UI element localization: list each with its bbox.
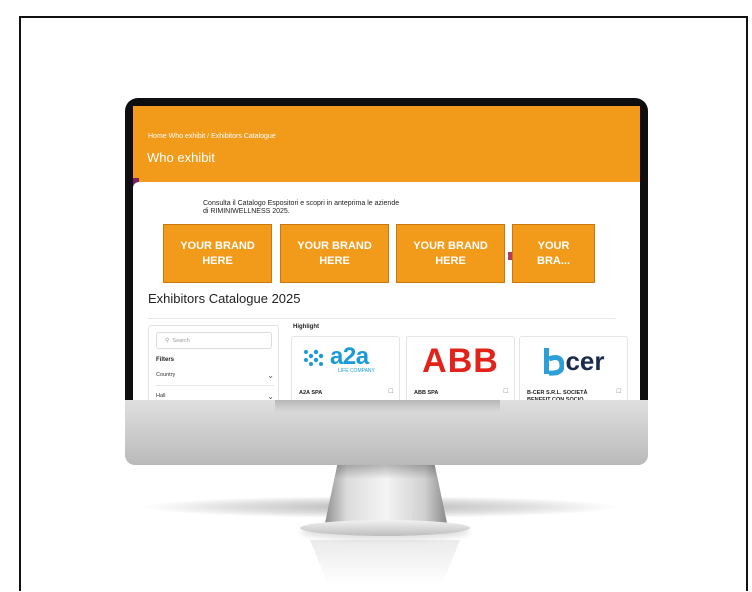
monitor-screen: Home Who exhibit / Exhibitors Catalogue … (133, 106, 640, 400)
monitor-stand-shade (334, 465, 438, 479)
brand-banner-line1: YOUR BRAND (297, 239, 372, 252)
intro-line-2: di RIMINIWELLNESS 2025. (203, 208, 290, 215)
breadcrumb-exhibitors-catalogue: Exhibitors Catalogue (211, 133, 276, 140)
search-icon: ⚲ (165, 338, 170, 344)
exhibitor-card[interactable]: ABB ABB SPA □ (406, 336, 515, 400)
search-input[interactable]: ⚲ Search (156, 332, 272, 349)
brand-banner-line2: HERE (435, 254, 466, 267)
monitor-chin-shadow (275, 400, 500, 412)
intro-text: Consulta il Catalogo Espositori e scopri… (203, 200, 493, 216)
chevron-down-icon: ⌄ (267, 371, 274, 380)
intro-line-1: Consulta il Catalogo Espositori e scopri… (203, 200, 400, 207)
exhibitor-name: B-CER S.R.L. SOCIETÀ BENEFIT CON SOCIO (527, 390, 588, 400)
breadcrumb: Home Who exhibit / Exhibitors Catalogue (148, 133, 276, 140)
bcer-logo-text: cer (565, 345, 605, 376)
exhibitor-logo-abb: ABB (407, 337, 514, 385)
brand-banner-line2: BRA... (537, 254, 570, 267)
exhibitor-name: ABB SPA (414, 390, 439, 396)
exhibitor-card[interactable]: cer B-CER S.R.L. SOCIETÀ BENEFIT CON SOC… (519, 336, 628, 400)
brand-banner[interactable]: YOUR BRAND HERE (280, 224, 389, 283)
catalogue-title: Exhibitors Catalogue 2025 (148, 291, 301, 306)
exhibitor-card[interactable]: a2a LIFE COMPANY A2A SPA □ (291, 336, 400, 400)
filter-country[interactable]: Country ⌄ (156, 371, 274, 380)
a2a-logo-text: a2a (330, 343, 369, 370)
section-divider (148, 318, 615, 319)
abb-logo-text: ABB (422, 341, 499, 380)
filter-country-label: Country (156, 372, 176, 378)
carousel-marker (508, 252, 512, 260)
brand-banner[interactable]: YOUR BRA... (512, 224, 595, 283)
bookmark-icon[interactable]: □ (504, 388, 508, 395)
search-placeholder: Search (172, 337, 190, 344)
highlight-label: Highlight (293, 324, 319, 330)
bookmark-icon[interactable]: □ (617, 388, 621, 395)
monitor-stand-foot (300, 520, 470, 536)
breadcrumb-who-exhibit[interactable]: Who exhibit (169, 133, 206, 140)
brand-banner-line1: YOUR BRAND (413, 239, 488, 252)
monitor-reflection (310, 540, 460, 585)
brand-banner[interactable]: YOUR BRAND HERE (396, 224, 505, 283)
breadcrumb-home[interactable]: Home (148, 133, 167, 140)
exhibitor-logo-bcer: cer (520, 337, 627, 385)
page-title: Who exhibit (147, 150, 215, 165)
bookmark-icon[interactable]: □ (389, 388, 393, 395)
brand-banner-line2: HERE (202, 254, 233, 267)
filter-hall[interactable]: Hall ⌄ (156, 392, 274, 400)
exhibitor-name: A2A SPA (299, 390, 323, 396)
filter-divider (156, 385, 274, 386)
filter-sidebar: ⚲ Search Filters Country ⌄ Hall ⌄ (148, 325, 279, 400)
a2a-logo-subtext: LIFE COMPANY (338, 368, 375, 374)
hero-banner: Home Who exhibit / Exhibitors Catalogue … (133, 106, 640, 182)
brand-banner-line2: HERE (319, 254, 350, 267)
bcer-mark-icon (544, 348, 565, 376)
brand-banner[interactable]: YOUR BRAND HERE (163, 224, 272, 283)
chevron-down-icon: ⌄ (267, 392, 274, 400)
filters-heading: Filters (156, 357, 175, 363)
filter-hall-label: Hall (156, 393, 166, 399)
brand-banner-line1: YOUR BRAND (180, 239, 255, 252)
breadcrumb-separator: / (207, 133, 210, 140)
brand-banner-line1: YOUR (537, 239, 570, 252)
